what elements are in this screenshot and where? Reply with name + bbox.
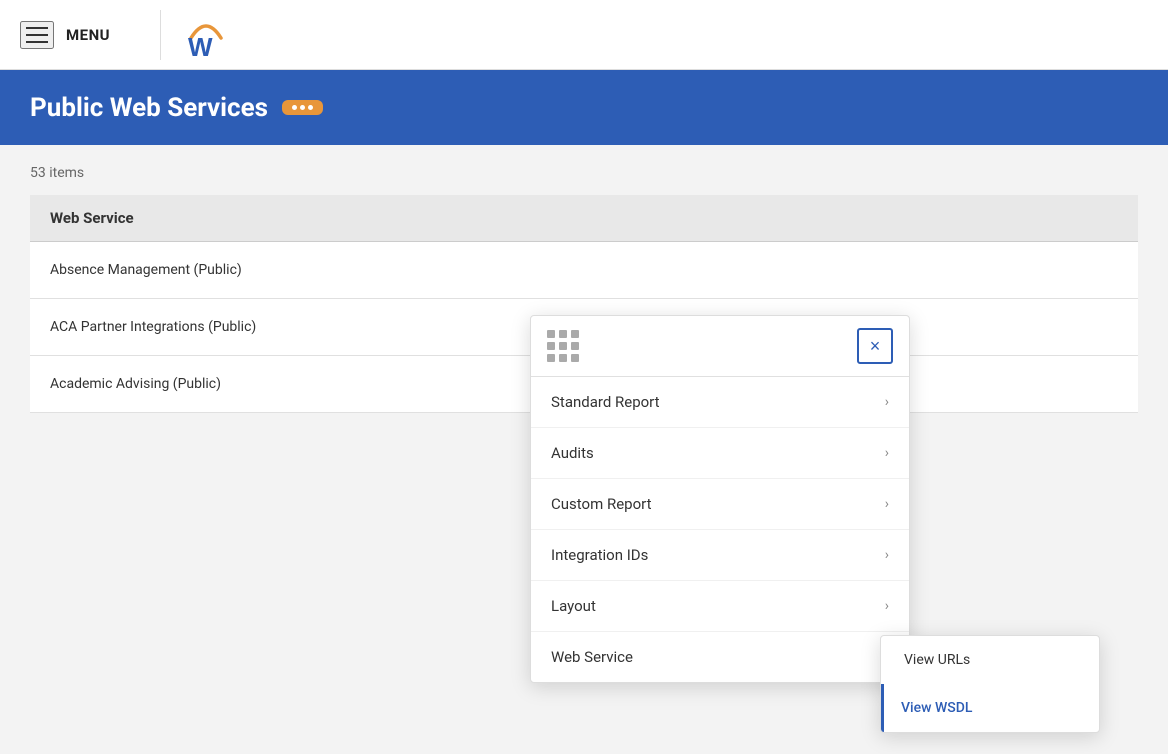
- page-header-bar: Public Web Services: [0, 70, 1168, 145]
- menu-line-3: [26, 41, 48, 43]
- table-row[interactable]: Absence Management (Public): [30, 242, 1138, 299]
- dropdown-header: ×: [531, 316, 909, 377]
- grid-dot: [547, 330, 555, 338]
- column-header-web-service: Web Service: [30, 195, 1138, 242]
- submenu-item-view-urls[interactable]: View URLs: [881, 636, 1099, 684]
- menu-line-2: [26, 34, 48, 36]
- grid-dot: [559, 354, 567, 362]
- menu-button[interactable]: [20, 21, 54, 49]
- chevron-right-icon: ›: [885, 394, 889, 410]
- grid-dot: [571, 342, 579, 350]
- sub-menu: View URLsView WSDL: [880, 635, 1100, 733]
- dropdown-item-custom-report[interactable]: Custom Report ›: [531, 479, 909, 530]
- close-dropdown-button[interactable]: ×: [857, 328, 893, 364]
- svg-text:W: W: [188, 32, 213, 60]
- dropdown-item-label-web-service: Web Service: [551, 648, 633, 666]
- dot-2: [300, 105, 305, 110]
- chevron-right-icon: ›: [885, 598, 889, 614]
- page-title: Public Web Services: [30, 93, 268, 123]
- items-count: 53 items: [30, 165, 1138, 181]
- header-divider: [160, 10, 161, 60]
- grid-dot: [559, 330, 567, 338]
- dropdown-item-label-custom-report: Custom Report: [551, 495, 652, 513]
- chevron-right-icon: ›: [885, 496, 889, 512]
- submenu-item-view-wsdl[interactable]: View WSDL: [881, 684, 1099, 732]
- dropdown-item-layout[interactable]: Layout ›: [531, 581, 909, 632]
- main-content: 53 items Web Service Absence Management …: [0, 145, 1168, 433]
- dropdown-items: Standard Report›Audits›Custom Report›Int…: [531, 377, 909, 682]
- grid-icon: [547, 330, 579, 362]
- dropdown-item-standard-report[interactable]: Standard Report ›: [531, 377, 909, 428]
- dropdown-menu: × Standard Report›Audits›Custom Report›I…: [530, 315, 910, 683]
- grid-dot: [571, 354, 579, 362]
- grid-dot: [571, 330, 579, 338]
- table-header-row: Web Service: [30, 195, 1138, 242]
- menu-label: MENU: [66, 26, 110, 44]
- more-options-button[interactable]: [282, 100, 323, 115]
- dot-3: [308, 105, 313, 110]
- grid-dot: [547, 342, 555, 350]
- dropdown-item-integration-ids[interactable]: Integration IDs ›: [531, 530, 909, 581]
- workday-logo-icon: W: [181, 10, 231, 60]
- dropdown-item-label-layout: Layout: [551, 597, 596, 615]
- chevron-right-icon: ›: [885, 547, 889, 563]
- dropdown-item-label-integration-ids: Integration IDs: [551, 546, 648, 564]
- chevron-right-icon: ›: [885, 445, 889, 461]
- dropdown-item-audits[interactable]: Audits ›: [531, 428, 909, 479]
- menu-line-1: [26, 27, 48, 29]
- dropdown-item-web-service[interactable]: Web Service›: [531, 632, 909, 682]
- grid-dot: [559, 342, 567, 350]
- dropdown-item-label-audits: Audits: [551, 444, 594, 462]
- dot-1: [292, 105, 297, 110]
- app-header: MENU W: [0, 0, 1168, 70]
- grid-dot: [547, 354, 555, 362]
- dropdown-item-label-standard-report: Standard Report: [551, 393, 660, 411]
- app-logo: W: [181, 10, 231, 60]
- table-cell-web-service: Absence Management (Public): [30, 242, 1138, 299]
